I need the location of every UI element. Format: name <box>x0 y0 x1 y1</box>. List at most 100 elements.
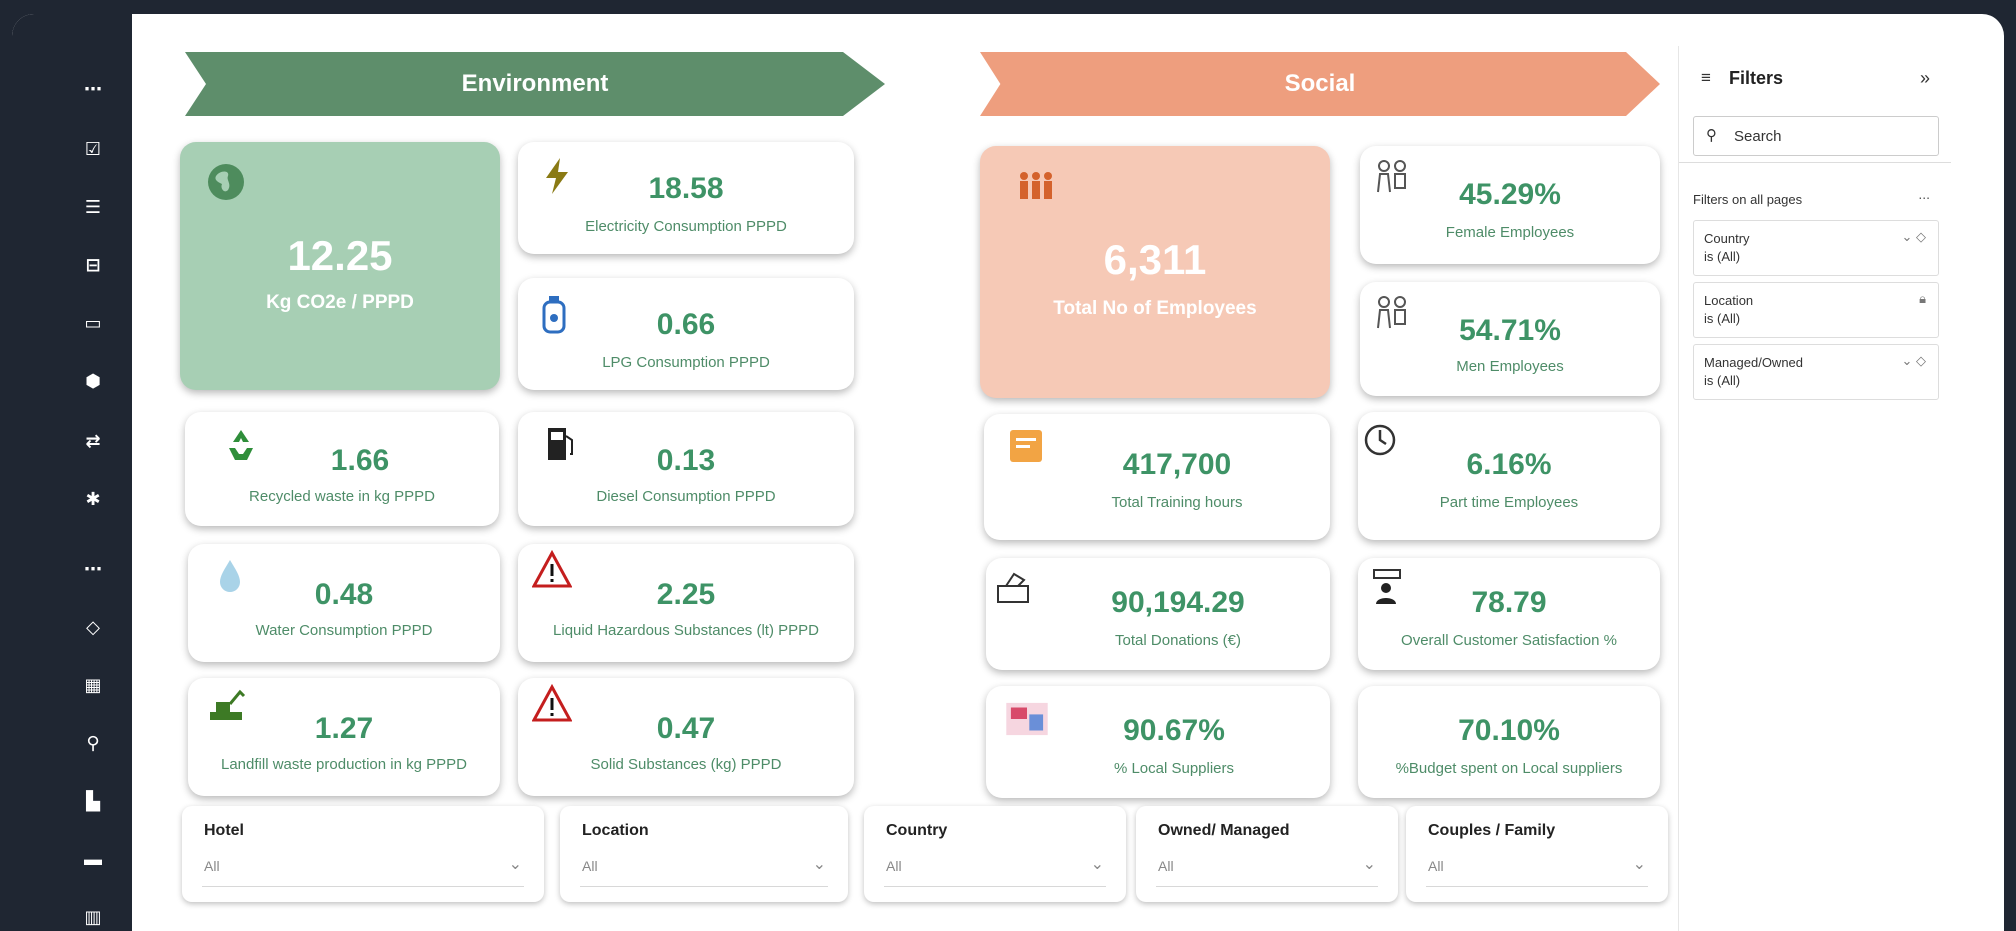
more-icon-2[interactable]: ⋯ <box>80 556 106 582</box>
archive-icon[interactable]: ▬ <box>80 846 106 872</box>
cube-icon[interactable]: ⬢ <box>80 368 106 394</box>
chevron-down-icon[interactable]: ⌄ <box>509 854 522 874</box>
local-suppliers-card[interactable]: 90.67% % Local Suppliers <box>986 686 1330 798</box>
water-card[interactable]: 0.48 Water Consumption PPPD <box>188 544 500 662</box>
building-icon[interactable]: ▙ <box>80 788 106 814</box>
country-slicer-title: Country <box>886 822 948 839</box>
slicer-underline <box>580 886 828 887</box>
chevron-down-icon[interactable]: ⌄ ◇ <box>1901 229 1926 245</box>
people-group-icon <box>1020 172 1052 199</box>
folder-icon[interactable]: ▭ <box>80 310 106 336</box>
part-time-card[interactable]: 6.16% Part time Employees <box>1358 412 1660 540</box>
filter-card-managed-owned[interactable]: Managed/Owned is (All) ⌄ ◇ <box>1693 344 1939 400</box>
recycled-label: Recycled waste in kg PPPD <box>249 488 435 505</box>
part-time-value: 6.16% <box>1466 448 1552 481</box>
female-employees-label: Female Employees <box>1445 224 1575 241</box>
budget-local-value: 70.10% <box>1458 714 1560 747</box>
owned-managed-slicer-value: All <box>1158 858 1174 874</box>
search-icon: ⚲ <box>1706 127 1717 144</box>
book-icon[interactable]: ▥ <box>80 904 106 930</box>
local-suppliers-label: % Local Suppliers <box>1113 760 1235 777</box>
satisfaction-label: Overall Customer Satisfaction % <box>1401 632 1617 649</box>
employees-label: Total No of Employees <box>1053 298 1257 319</box>
men-employees-label: Men Employees <box>1456 358 1564 375</box>
lock-icon: 🔒︎ <box>1919 291 1926 306</box>
lpg-card[interactable]: 0.66 LPG Consumption PPPD <box>518 278 854 390</box>
chevron-down-icon[interactable]: ⌄ <box>1091 854 1104 874</box>
liquid-hazard-label: Liquid Hazardous Substances (lt) PPPD <box>553 622 819 639</box>
filter-card-title: Location <box>1704 293 1754 308</box>
pin-icon[interactable]: ⚲ <box>80 730 106 756</box>
female-employees-value: 45.29% <box>1459 178 1561 211</box>
gear-icon[interactable]: ✱ <box>80 486 106 512</box>
training-value: 417,700 <box>1122 448 1232 481</box>
couples-family-slicer[interactable]: Couples / Family All ⌄ <box>1406 806 1668 902</box>
lpg-value: 0.66 <box>656 308 716 341</box>
collapse-pane-button[interactable]: » <box>1920 68 1930 89</box>
divider <box>1679 162 1951 163</box>
search-placeholder: Search <box>1734 128 1782 145</box>
country-slicer[interactable]: Country All ⌄ <box>864 806 1126 902</box>
checkbox-icon[interactable]: ☑ <box>80 136 106 162</box>
co2-label: Kg CO2e / PPPD <box>266 292 414 313</box>
chevron-down-icon[interactable]: ⌄ ◇ <box>1901 353 1926 369</box>
recycled-card[interactable]: 1.66 Recycled waste in kg PPPD <box>185 412 499 526</box>
liquid-hazard-value: 2.25 <box>656 578 716 611</box>
men-employees-card[interactable]: 54.71% Men Employees <box>1360 282 1660 396</box>
co2-card[interactable]: 12.25 Kg CO2e / PPPD <box>180 142 500 390</box>
filters-title: Filters <box>1729 68 1784 88</box>
list-icon[interactable]: ☰ <box>80 194 106 220</box>
electricity-label: Electricity Consumption PPPD <box>585 218 787 235</box>
couples-family-slicer-value: All <box>1428 858 1444 874</box>
lpg-label: LPG Consumption PPPD <box>602 354 770 371</box>
chevron-down-icon[interactable]: ⌄ <box>1363 854 1376 874</box>
donations-label: Total Donations (€) <box>1115 632 1241 649</box>
employees-card[interactable]: 6,311 Total No of Employees <box>980 146 1330 398</box>
environment-banner-label: Environment <box>461 70 609 97</box>
part-time-label: Part time Employees <box>1439 494 1579 511</box>
diamond-icon[interactable]: ◇ <box>80 614 106 640</box>
hotel-slicer[interactable]: Hotel All ⌄ <box>182 806 544 902</box>
slicer-underline <box>1156 886 1378 887</box>
training-label: Total Training hours <box>1111 494 1243 511</box>
filter-card-value: is (All) <box>1704 373 1741 388</box>
electricity-card[interactable]: 18.58 Electricity Consumption PPPD <box>518 142 854 254</box>
solid-substances-label: Solid Substances (kg) PPPD <box>590 756 782 773</box>
satisfaction-card[interactable]: 78.79 Overall Customer Satisfaction % <box>1358 558 1660 670</box>
local-suppliers-value: 90.67% <box>1123 714 1225 747</box>
filter-card-location[interactable]: Location is (All) 🔒︎ <box>1693 282 1939 338</box>
chevron-down-icon[interactable]: ⌄ <box>813 854 826 874</box>
filters-pane: ≡ Filters » ⚲ Search Filters on all page… <box>1678 46 1951 931</box>
arrows-icon[interactable]: ⇄ <box>80 428 106 454</box>
diesel-label: Diesel Consumption PPPD <box>596 488 776 505</box>
filter-card-country[interactable]: Country is (All) ⌄ ◇ <box>1693 220 1939 276</box>
donations-card[interactable]: 90,194.29 Total Donations (€) <box>986 558 1330 670</box>
filter-card-title: Country <box>1704 231 1750 246</box>
more-options-button[interactable]: ... <box>1918 186 1930 202</box>
social-banner: Social <box>980 52 1660 116</box>
budget-local-card[interactable]: 70.10% %Budget spent on Local suppliers <box>1358 686 1660 798</box>
female-employees-card[interactable]: 45.29% Female Employees <box>1360 146 1660 264</box>
electricity-value: 18.58 <box>648 172 724 205</box>
filter-card-value: is (All) <box>1704 249 1741 264</box>
hotel-slicer-value: All <box>204 858 220 874</box>
diesel-card[interactable]: 0.13 Diesel Consumption PPPD <box>518 412 854 526</box>
landfill-card[interactable]: 1.27 Landfill waste production in kg PPP… <box>188 678 500 796</box>
slicer-underline <box>1426 886 1648 887</box>
chevron-down-icon[interactable]: ⌄ <box>1633 854 1646 874</box>
country-slicer-value: All <box>886 858 902 874</box>
import-icon[interactable]: ⊟ <box>80 252 106 278</box>
location-slicer[interactable]: Location All ⌄ <box>560 806 848 902</box>
water-value: 0.48 <box>314 578 374 611</box>
liquid-hazard-card[interactable]: 2.25 Liquid Hazardous Substances (lt) PP… <box>518 544 854 662</box>
filters-search-input[interactable]: ⚲ Search <box>1693 116 1939 156</box>
training-card[interactable]: 417,700 Total Training hours <box>984 414 1330 540</box>
hotel-slicer-title: Hotel <box>204 822 244 839</box>
solid-substances-value: 0.47 <box>656 712 716 745</box>
more-icon[interactable]: ⋯ <box>80 76 106 102</box>
location-slicer-value: All <box>582 858 598 874</box>
grid-icon[interactable]: ▦ <box>80 672 106 698</box>
owned-managed-slicer[interactable]: Owned/ Managed All ⌄ <box>1136 806 1398 902</box>
solid-substances-card[interactable]: 0.47 Solid Substances (kg) PPPD <box>518 678 854 796</box>
filters-section-title: Filters on all pages <box>1693 192 1803 207</box>
